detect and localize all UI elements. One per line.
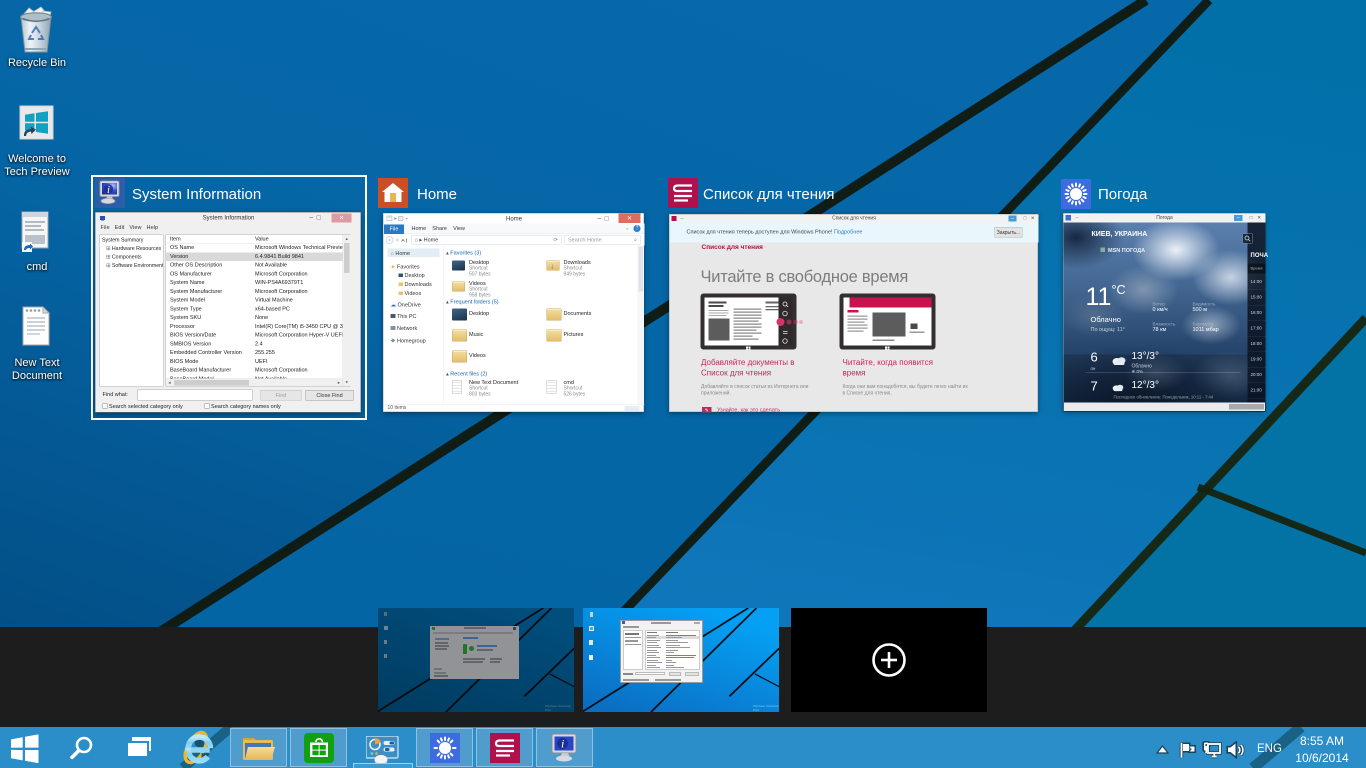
- svg-text:i: i: [107, 184, 110, 196]
- svg-text:i: i: [561, 737, 564, 751]
